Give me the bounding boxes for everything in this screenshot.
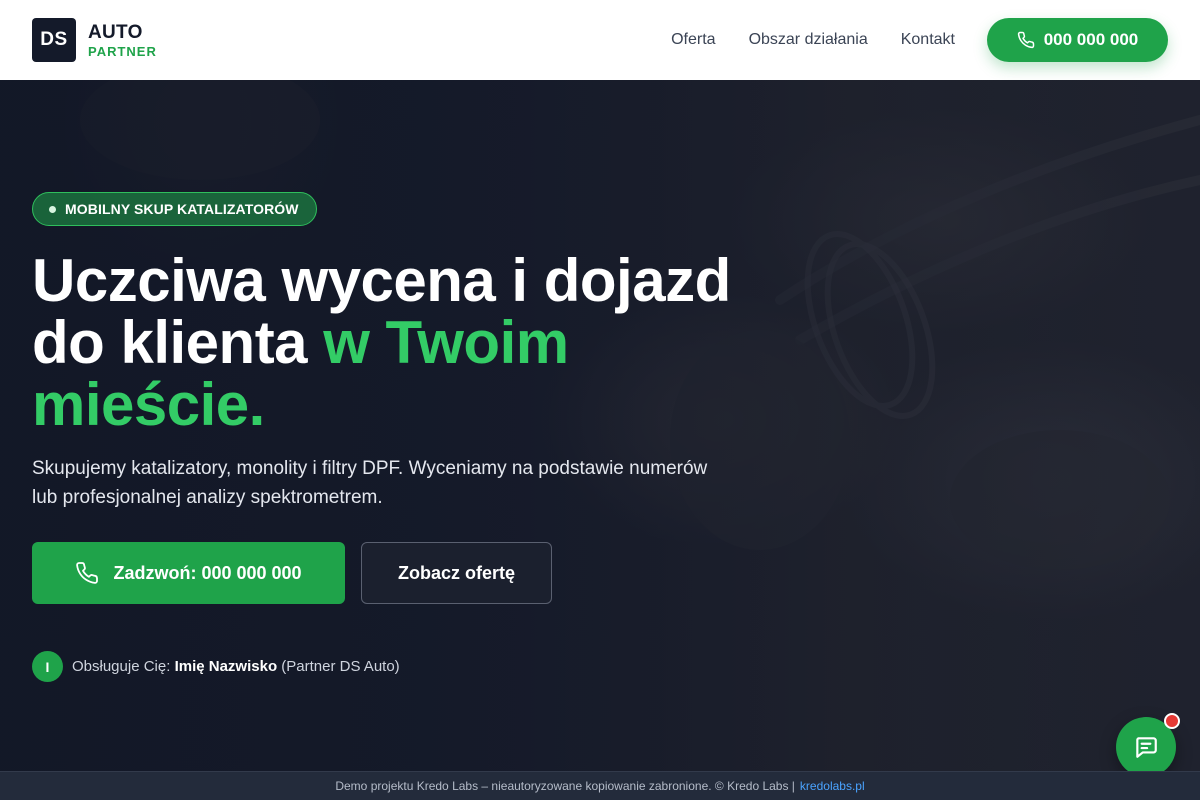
hero-subtext: Skupujemy katalizatory, monolity i filtr… <box>32 458 708 508</box>
agent-name: Imię Nazwisko <box>174 658 278 675</box>
chat-icon <box>1136 737 1157 758</box>
agent-prefix: Obsługuje Cię: <box>72 658 171 675</box>
avatar: I <box>32 651 63 682</box>
header-phone-button[interactable]: 000 000 000 <box>987 18 1168 62</box>
agent-info: I Obsługuje Cię: Imię Nazwisko (Partner … <box>32 651 400 682</box>
headline-line-2: do klienta <box>32 309 324 376</box>
site-header: DS AUTO PARTNER Oferta Obszar działania … <box>0 0 1200 80</box>
phone-icon <box>76 562 99 584</box>
service-badge: MOBILNY SKUP KATALIZATORÓW <box>32 192 317 226</box>
nav-link-kontakt[interactable]: Kontakt <box>901 31 955 49</box>
logo-text: AUTO PARTNER <box>88 23 157 58</box>
agent-text: Obsługuje Cię: Imię Nazwisko (Partner DS… <box>72 658 400 675</box>
logo[interactable]: DS AUTO PARTNER <box>32 18 157 62</box>
headline-accent-2: mieście. <box>32 371 265 438</box>
chat-button[interactable] <box>1116 713 1180 771</box>
badge-label: MOBILNY SKUP KATALIZATORÓW <box>65 201 299 217</box>
main-nav: Oferta Obszar działania Kontakt <box>671 31 955 49</box>
headline-accent-1: w Twoim <box>323 309 569 376</box>
logo-line-partner: PARTNER <box>88 43 157 59</box>
nav-link-obszar-dzialania[interactable]: Obszar działania <box>749 31 868 49</box>
call-button-label: Zadzwoń: 000 000 000 <box>113 562 302 583</box>
logo-line-auto: AUTO <box>88 21 143 43</box>
header-phone-number: 000 000 000 <box>1043 30 1139 49</box>
notification-dot <box>1164 713 1180 729</box>
footer-link[interactable]: kredolabs.pl <box>800 779 865 793</box>
hero-headline: Uczciwa wycena i dojazd do klienta w Two… <box>32 250 812 436</box>
agent-suffix: (Partner DS Auto) <box>281 658 400 675</box>
call-button[interactable]: Zadzwoń: 000 000 000 <box>32 542 345 604</box>
hero-section: MOBILNY SKUP KATALIZATORÓW Uczciwa wycen… <box>0 80 1200 771</box>
nav-link-oferta[interactable]: Oferta <box>671 31 715 49</box>
phone-icon <box>1017 31 1034 49</box>
badge-dot <box>49 205 56 213</box>
headline-line-1: Uczciwa wycena i dojazd <box>32 247 731 314</box>
see-offer-button[interactable]: Zobacz ofertę <box>361 542 552 604</box>
demo-footer-bar: Demo projektu Kredo Labs – nieautoryzowa… <box>0 771 1200 800</box>
logo-badge: DS <box>32 18 76 62</box>
footer-text: Demo projektu Kredo Labs – nieautoryzowa… <box>335 779 795 793</box>
